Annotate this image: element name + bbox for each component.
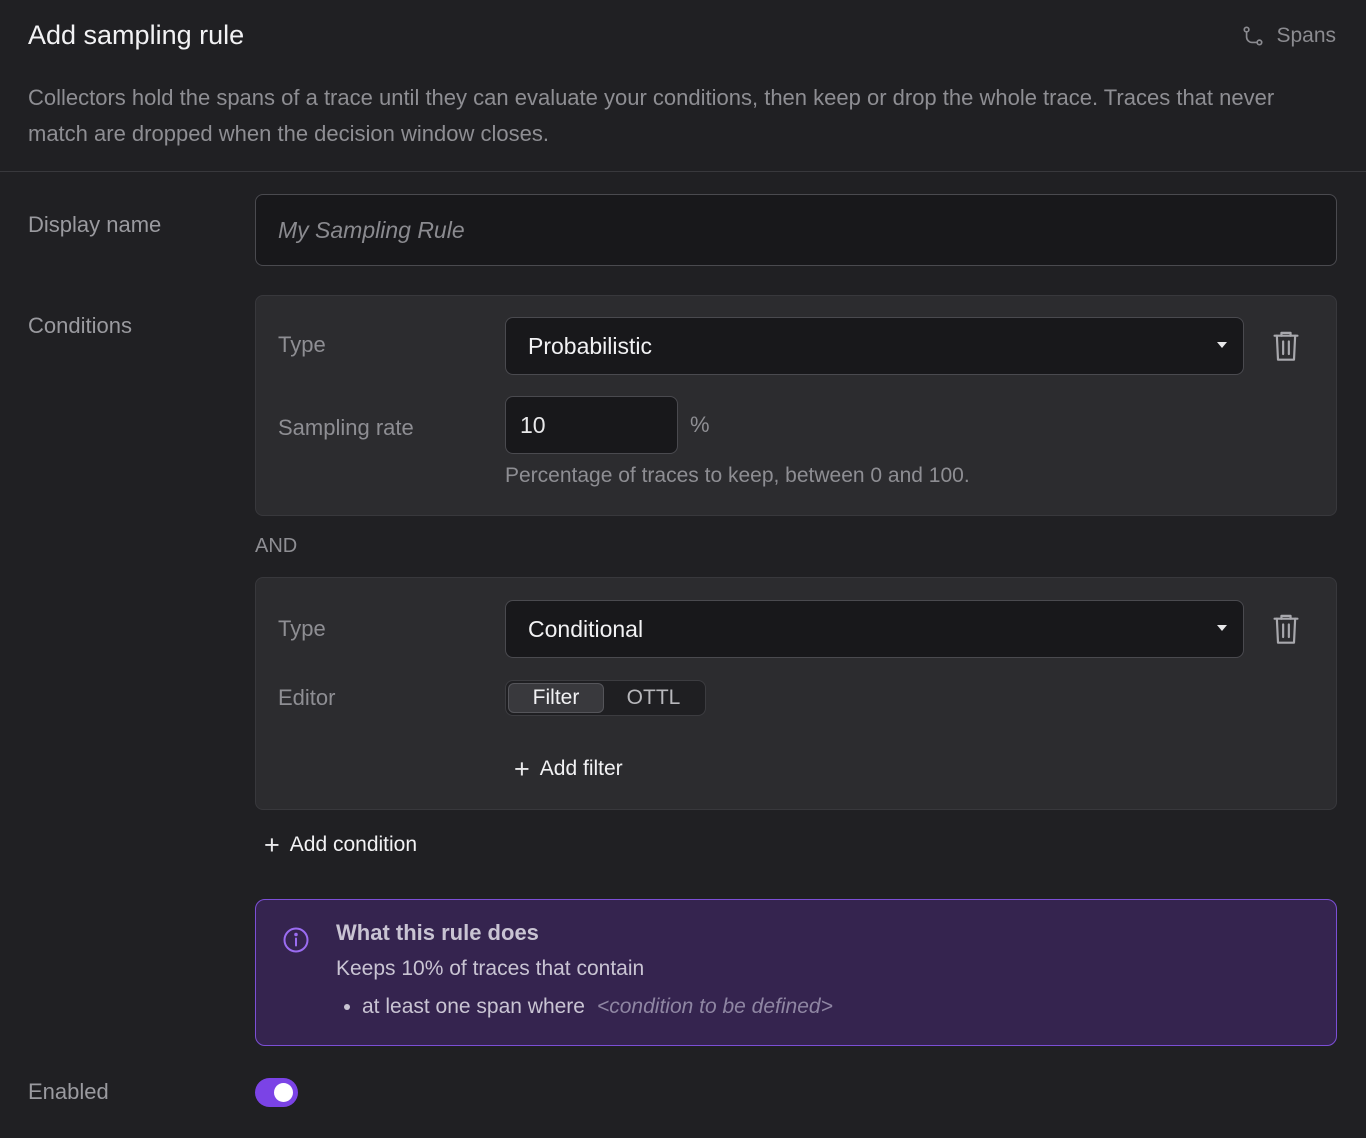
sampling-rate-input[interactable] — [505, 396, 678, 454]
delete-condition-button[interactable] — [1271, 612, 1301, 646]
spans-link[interactable]: Spans — [1242, 24, 1336, 48]
type-select[interactable]: Probabilistic — [505, 317, 1244, 375]
editor-option-ottl[interactable]: OTTL — [604, 683, 703, 713]
trash-icon — [1273, 331, 1299, 361]
sampling-rate-label: Sampling rate — [278, 415, 414, 440]
type-label: Type — [278, 332, 326, 357]
condition-card-probabilistic: Type Probabilistic Sampling rate % Perce… — [255, 295, 1337, 516]
branch-icon — [1243, 26, 1263, 46]
info-icon — [283, 927, 309, 953]
conditions-label: Conditions — [28, 313, 132, 338]
add-condition-button[interactable]: + Add condition — [264, 830, 418, 860]
condition-card-conditional: Type Conditional Editor Filter OTTL + Ad… — [255, 577, 1337, 810]
percent-unit: % — [690, 412, 710, 437]
chevron-down-icon — [1217, 625, 1227, 631]
add-condition-label: Add condition — [289, 833, 418, 856]
page-description: Collectors hold the spans of a trace unt… — [28, 85, 1275, 146]
display-name-input[interactable] — [255, 194, 1337, 266]
add-filter-label: Add filter — [539, 757, 623, 780]
callout-placeholder: <condition to be defined> — [596, 995, 833, 1018]
page-header: Add sampling rule Spans Collectors hold … — [0, 0, 1366, 172]
editor-option-filter[interactable]: Filter — [508, 683, 604, 713]
type-label: Type — [278, 616, 326, 641]
callout-title: What this rule does — [336, 920, 539, 945]
sampling-rate-hint: Percentage of traces to keep, between 0 … — [505, 464, 970, 487]
and-joiner: AND — [255, 535, 298, 557]
editor-toggle: Filter OTTL — [505, 680, 706, 716]
type-select-value: Conditional — [528, 615, 644, 642]
plus-icon: + — [264, 830, 280, 860]
display-name-label: Display name — [28, 212, 162, 237]
spans-link-label: Spans — [1276, 24, 1336, 47]
page-title: Add sampling rule — [28, 20, 245, 50]
enabled-label: Enabled — [28, 1079, 109, 1104]
callout-bullet-text: at least one span where — [362, 995, 585, 1018]
add-filter-button[interactable]: + Add filter — [514, 754, 623, 784]
chevron-down-icon — [1217, 342, 1227, 348]
type-select[interactable]: Conditional — [505, 600, 1244, 658]
callout-bullet: at least one span where <condition to be… — [344, 995, 833, 1019]
delete-condition-button[interactable] — [1271, 329, 1301, 363]
rule-summary-callout: What this rule does Keeps 10% of traces … — [255, 899, 1337, 1046]
plus-icon: + — [514, 754, 530, 784]
bullet-dot — [344, 1004, 350, 1010]
toggle-knob — [274, 1083, 293, 1102]
type-select-value: Probabilistic — [528, 332, 652, 359]
editor-label: Editor — [278, 685, 336, 710]
callout-body: Keeps 10% of traces that contain — [336, 957, 645, 980]
enabled-toggle[interactable] — [255, 1078, 298, 1107]
trash-icon — [1273, 614, 1299, 644]
